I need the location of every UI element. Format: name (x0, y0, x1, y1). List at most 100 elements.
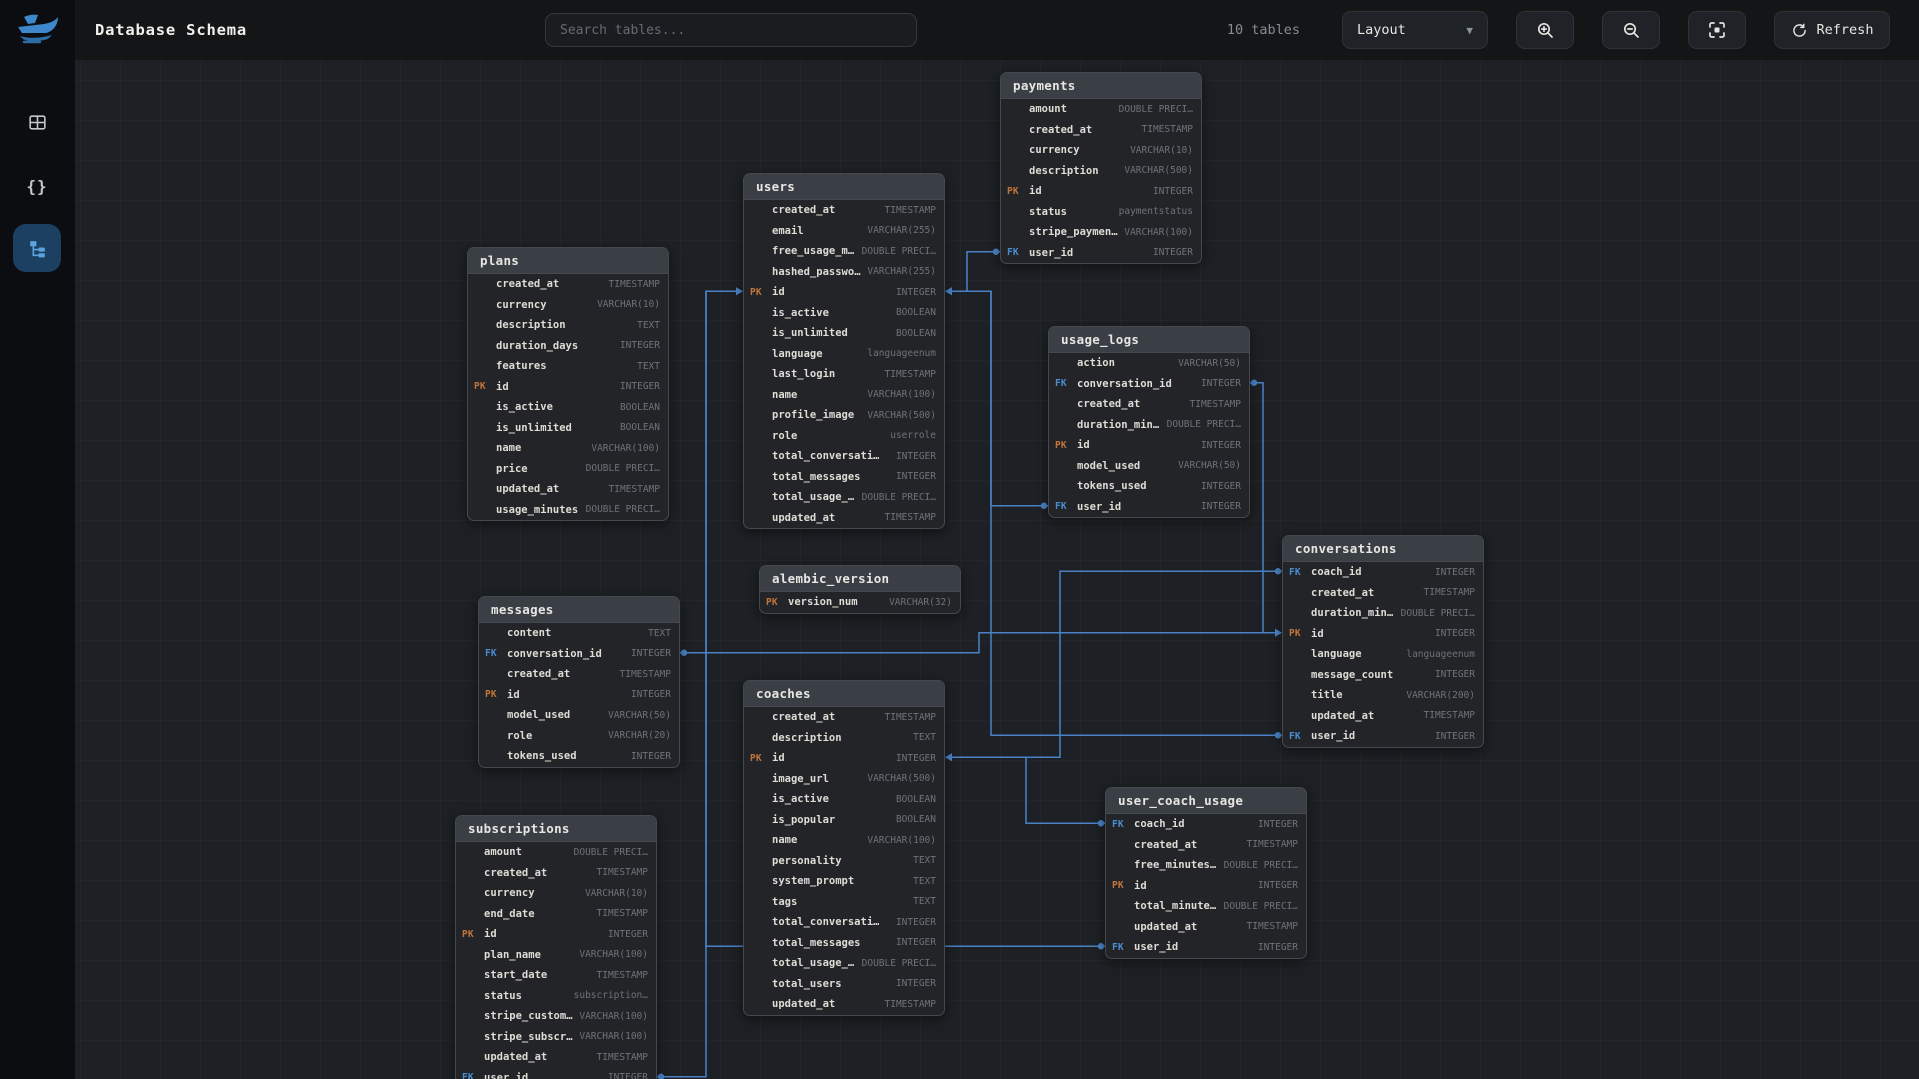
field-name: created_at (484, 867, 547, 879)
zoom-in-button[interactable] (1516, 11, 1574, 49)
field-name: currency (496, 299, 547, 311)
sidebar-item-tables[interactable] (13, 98, 61, 146)
table-header[interactable]: subscriptions (456, 816, 656, 842)
field-type: INTEGER (890, 937, 936, 948)
table-row: end_dateTIMESTAMP (456, 904, 656, 925)
table-row: profile_imageVARCHAR(500) (744, 405, 944, 426)
field-name: created_at (1134, 839, 1197, 851)
table-node-alembic_version[interactable]: alembic_versionPKversion_numVARCHAR(32) (759, 565, 961, 614)
field-type: INTEGER (1195, 440, 1241, 451)
table-row: currencyVARCHAR(10) (456, 883, 656, 904)
field-type: languageenum (861, 348, 936, 359)
field-name: duration_days (496, 340, 578, 352)
table-row: start_dateTIMESTAMP (456, 965, 656, 986)
field-type: TIMESTAMP (879, 712, 936, 723)
table-header[interactable]: coaches (744, 681, 944, 707)
table-node-subscriptions[interactable]: subscriptionsamountDOUBLE PRECI… created_… (455, 815, 657, 1079)
field-name: amount (1029, 103, 1067, 115)
sidebar-item-code[interactable]: {} (13, 162, 61, 210)
field-name: created_at (496, 278, 559, 290)
table-row: amountDOUBLE PRECI… (456, 842, 656, 863)
field-type: VARCHAR(500) (861, 773, 936, 784)
table-header[interactable]: messages (479, 597, 679, 623)
field-type: VARCHAR(20) (602, 730, 671, 741)
relationship-edge (945, 568, 1282, 761)
table-row: FKuser_idINTEGER (1106, 937, 1306, 958)
table-row: total_conversati…INTEGER (744, 912, 944, 933)
table-row: FKuser_idINTEGER (1049, 497, 1249, 518)
field-type: TIMESTAMP (1241, 839, 1298, 850)
field-type: VARCHAR(100) (861, 389, 936, 400)
field-type: BOOLEAN (890, 814, 936, 825)
pk-badge: PK (1007, 186, 1029, 197)
layout-dropdown[interactable]: Layout ▼ (1342, 11, 1488, 49)
table-node-users[interactable]: userscreated_atTIMESTAMPemailVARCHAR(255… (743, 173, 945, 529)
field-name: created_at (1311, 587, 1374, 599)
field-type: VARCHAR(255) (861, 225, 936, 236)
field-name: language (1311, 648, 1362, 660)
field-type: TEXT (631, 320, 660, 331)
field-type: INTEGER (1195, 481, 1241, 492)
field-name: user_id (1077, 501, 1121, 513)
table-header[interactable]: payments (1001, 73, 1201, 99)
pk-badge: PK (1055, 440, 1077, 451)
table-node-payments[interactable]: paymentsamountDOUBLE PRECI…created_atTIM… (1000, 72, 1202, 264)
table-row: descriptionTEXT (468, 315, 668, 336)
search-input[interactable] (545, 13, 917, 47)
pk-badge: PK (485, 689, 507, 700)
table-node-usage_logs[interactable]: usage_logsactionVARCHAR(50)FKconversatio… (1048, 326, 1250, 518)
table-row: total_conversati…INTEGER (744, 446, 944, 467)
table-header[interactable]: conversations (1283, 536, 1483, 562)
table-node-messages[interactable]: messagescontentTEXTFKconversation_idINTE… (478, 596, 680, 768)
field-name: hashed_password (772, 266, 861, 278)
zoom-out-button[interactable] (1602, 11, 1660, 49)
field-type: paymentstatus (1113, 206, 1193, 217)
field-name: action (1077, 357, 1115, 369)
field-name: total_messages (772, 937, 861, 949)
table-grid-icon (27, 112, 48, 133)
diagram-canvas[interactable]: paymentsamountDOUBLE PRECI…created_atTIM… (0, 0, 1919, 1079)
table-row: updated_atTIMESTAMP (744, 994, 944, 1015)
table-count-badge: 10 tables (1227, 22, 1300, 38)
table-row: stripe_subscript…VARCHAR(100) (456, 1027, 656, 1048)
table-node-user_coach_usage[interactable]: user_coach_usageFKcoach_idINTEGERcreated… (1105, 787, 1307, 959)
field-name: profile_image (772, 409, 854, 421)
sidebar-item-diagram[interactable] (13, 224, 61, 272)
field-type: INTEGER (1429, 567, 1475, 578)
field-name: model_used (1077, 460, 1140, 472)
table-row: PKidINTEGER (1283, 624, 1483, 645)
field-type: VARCHAR(50) (1172, 460, 1241, 471)
table-header[interactable]: users (744, 174, 944, 200)
field-type: VARCHAR(100) (585, 443, 660, 454)
fk-badge: FK (1112, 942, 1134, 953)
table-row: FKuser_idINTEGER (1001, 243, 1201, 264)
table-row: free_usage_minut…DOUBLE PRECI… (744, 241, 944, 262)
table-header[interactable]: user_coach_usage (1106, 788, 1306, 814)
table-header[interactable]: alembic_version (760, 566, 960, 592)
fit-view-button[interactable] (1688, 11, 1746, 49)
field-name: is_unlimited (772, 327, 848, 339)
field-type: INTEGER (1252, 880, 1298, 891)
field-type: TEXT (907, 876, 936, 887)
app-logo-boat-icon (9, 8, 65, 50)
field-type: TIMESTAMP (591, 867, 648, 878)
refresh-button[interactable]: Refresh (1774, 11, 1890, 49)
table-node-conversations[interactable]: conversationsFKcoach_idINTEGER created_at… (1282, 535, 1484, 748)
table-row: PKidINTEGER (1001, 181, 1201, 202)
table-row: FKcoach_idINTEGER (1283, 562, 1483, 583)
table-node-coaches[interactable]: coachescreated_atTIMESTAMPdescriptionTEX… (743, 680, 945, 1016)
table-header[interactable]: usage_logs (1049, 327, 1249, 353)
table-fields: created_atTIMESTAMPcurrencyVARCHAR(10)de… (468, 274, 668, 520)
field-name: updated_at (772, 512, 835, 524)
field-name: duration_minutes (1077, 419, 1161, 431)
table-node-plans[interactable]: planscreated_atTIMESTAMPcurrencyVARCHAR(… (467, 247, 669, 521)
field-name: language (772, 348, 823, 360)
field-name: system_prompt (772, 875, 854, 887)
field-name: title (1311, 689, 1343, 701)
table-row: usage_minutesDOUBLE PRECI… (468, 500, 668, 521)
field-type: VARCHAR(50) (1172, 358, 1241, 369)
table-header[interactable]: plans (468, 248, 668, 274)
field-type: INTEGER (890, 471, 936, 482)
field-name: is_unlimited (496, 422, 572, 434)
table-row: updated_atTIMESTAMP (468, 479, 668, 500)
